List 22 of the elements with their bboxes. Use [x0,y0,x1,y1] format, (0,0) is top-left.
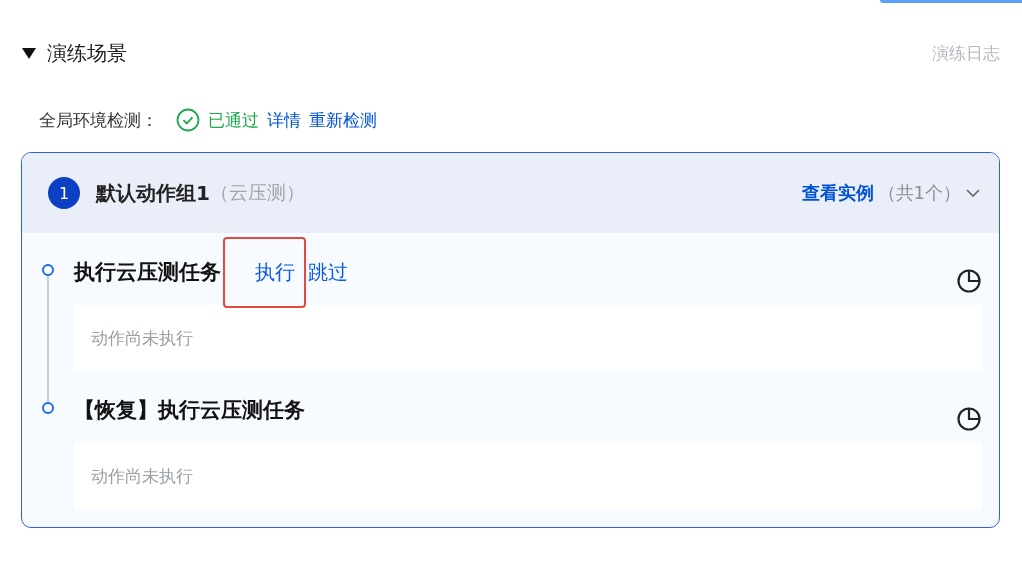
group-number: 1 [48,177,80,209]
step-title: 执行云压测任务 [74,259,221,286]
step-title: 【恢复】执行云压测任务 [74,397,305,424]
collapse-toggle[interactable] [21,46,37,60]
group-type: （云压测） [209,180,305,205]
clock-icon [956,406,982,432]
section-title: 演练场景 [47,39,127,67]
view-instances-link[interactable]: 查看实例 [801,181,874,205]
group-name: 默认动作组1 [96,179,210,207]
timeline-dot [42,402,54,414]
check-status: 已通过 [208,108,259,132]
instance-count: （共1个） [877,181,961,205]
check-link[interactable]: 详情 [267,108,301,132]
check-label: 全局环境检测： [39,108,158,132]
step-message: 动作尚未执行 [91,326,193,350]
step-message: 动作尚未执行 [91,464,193,488]
clock-icon [956,268,982,294]
triangle-icon [22,47,36,59]
timeline-dot [42,264,54,276]
check-link[interactable]: 重新检测 [309,108,377,132]
step-action-button[interactable]: 执行 [223,236,306,308]
step-action-button[interactable]: 跳过 [306,256,350,288]
